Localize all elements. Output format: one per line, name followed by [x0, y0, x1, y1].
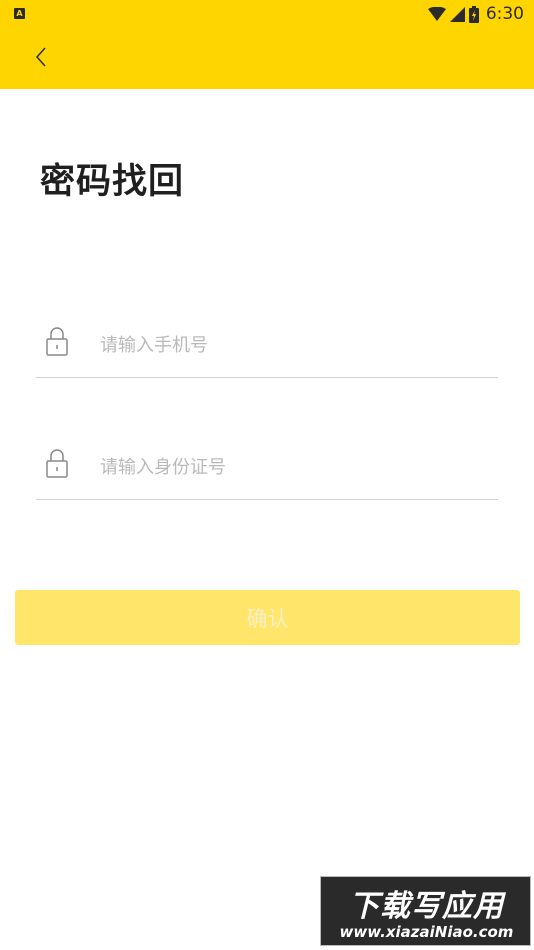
- watermark-title: 下载写应用: [349, 889, 504, 924]
- lock-icon: [46, 449, 68, 478]
- wifi-icon: [427, 7, 446, 21]
- status-time: 6:30: [485, 4, 524, 24]
- phone-field: [36, 316, 498, 378]
- phone-input[interactable]: [100, 328, 490, 362]
- watermark-url: www.xiazaiNiao.com: [339, 923, 514, 941]
- chevron-left-icon: [35, 47, 46, 67]
- back-button[interactable]: [26, 42, 56, 72]
- status-icons: 6:30: [427, 4, 524, 24]
- status-bar: A 6:30: [0, 0, 534, 28]
- id-number-input[interactable]: [100, 450, 490, 484]
- lock-icon: [46, 327, 68, 356]
- signal-icon: [449, 6, 465, 22]
- id-number-field: [36, 438, 498, 500]
- page-title: 密码找回: [40, 162, 185, 202]
- confirm-button[interactable]: 确认: [15, 590, 520, 645]
- app-header: A 6:30: [0, 0, 534, 89]
- battery-icon: [468, 5, 479, 23]
- notification-app-icon: A: [14, 8, 25, 19]
- watermark-logo: 下载写应用 www.xiazaiNiao.com: [320, 876, 531, 946]
